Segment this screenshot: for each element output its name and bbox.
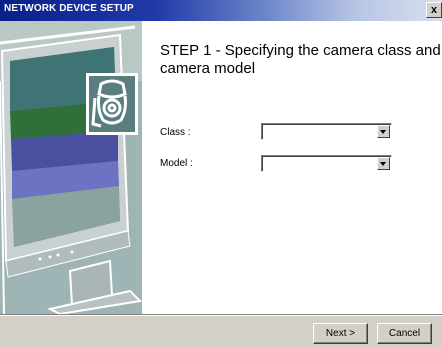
close-button[interactable]: x xyxy=(426,2,442,18)
monitor-illustration xyxy=(0,21,142,314)
camera-icon xyxy=(86,73,138,135)
model-label: Model : xyxy=(160,158,193,169)
title-bar: NETWORK DEVICE SETUP x xyxy=(0,0,442,21)
class-label: Class : xyxy=(160,127,191,138)
class-select[interactable] xyxy=(261,123,392,140)
chevron-down-icon[interactable] xyxy=(377,157,390,170)
next-button[interactable]: Next > xyxy=(313,323,368,344)
setup-dialog: NETWORK DEVICE SETUP x STEP 1 - Specifyi… xyxy=(0,0,442,347)
model-select[interactable] xyxy=(261,155,392,172)
window-title: NETWORK DEVICE SETUP xyxy=(4,3,134,14)
cancel-button[interactable]: Cancel xyxy=(377,323,432,344)
chevron-down-icon[interactable] xyxy=(377,125,390,138)
step-title: STEP 1 - Specifying the camera class and… xyxy=(160,42,441,77)
side-illustration xyxy=(0,21,142,314)
button-bar: Next > Cancel xyxy=(0,314,442,347)
